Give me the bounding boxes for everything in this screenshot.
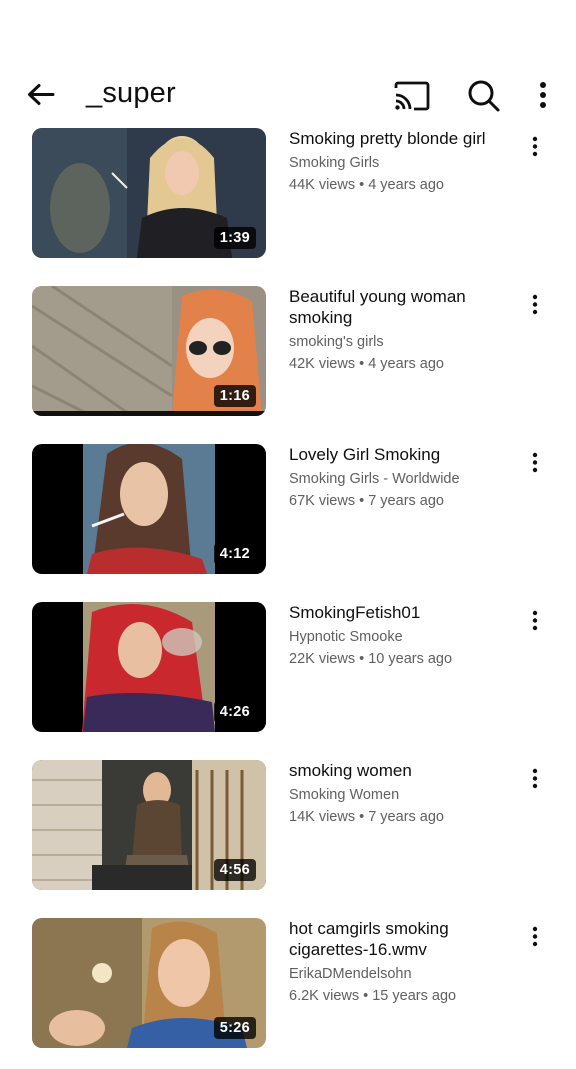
video-item[interactable]: 1:39 Smoking pretty blonde girl Smoking … (0, 128, 576, 258)
more-vert-icon (532, 768, 538, 789)
video-title[interactable]: Beautiful young woman smoking (289, 286, 511, 328)
video-thumbnail[interactable]: 4:12 (32, 444, 266, 574)
video-title[interactable]: Lovely Girl Smoking (289, 444, 511, 465)
back-button[interactable] (20, 76, 60, 116)
more-vert-icon (540, 82, 546, 108)
video-thumbnail[interactable]: 1:16 (32, 286, 266, 416)
more-options-button[interactable] (528, 76, 558, 116)
video-stats: 44K views • 4 years ago (289, 177, 444, 193)
video-stats: 67K views • 7 years ago (289, 493, 444, 509)
video-menu-button[interactable] (522, 290, 548, 320)
channel-name[interactable]: Smoking Women (289, 785, 511, 805)
video-title[interactable]: smoking women (289, 760, 511, 781)
video-item[interactable]: 4:12 Lovely Girl Smoking Smoking Girls -… (0, 444, 576, 574)
video-stats: 14K views • 7 years ago (289, 809, 444, 825)
video-meta: SmokingFetish01 Hypnotic Smooke 22K view… (289, 602, 511, 669)
video-item[interactable]: 4:26 SmokingFetish01 Hypnotic Smooke 22K… (0, 602, 576, 732)
video-duration: 4:56 (213, 859, 256, 881)
channel-name[interactable]: smoking's girls (289, 332, 511, 352)
video-item[interactable]: 4:56 smoking women Smoking Women 14K vie… (0, 760, 576, 890)
video-meta: smoking women Smoking Women 14K views • … (289, 760, 511, 827)
video-thumbnail[interactable]: 5:26 (32, 918, 266, 1048)
video-title[interactable]: Smoking pretty blonde girl (289, 128, 511, 149)
channel-name[interactable]: ErikaDMendelsohn (289, 964, 511, 984)
more-vert-icon (532, 136, 538, 157)
search-icon (468, 80, 500, 112)
video-thumbnail[interactable]: 4:56 (32, 760, 266, 890)
video-title[interactable]: SmokingFetish01 (289, 602, 511, 623)
video-item[interactable]: 5:26 hot camgirls smoking cigarettes-16.… (0, 918, 576, 1048)
video-menu-button[interactable] (522, 132, 548, 162)
more-vert-icon (532, 294, 538, 315)
video-thumbnail[interactable]: 4:26 (32, 602, 266, 732)
video-menu-button[interactable] (522, 764, 548, 794)
video-title[interactable]: hot camgirls smoking cigarettes-16.wmv (289, 918, 511, 960)
channel-name[interactable]: Smoking Girls - Worldwide (289, 469, 511, 489)
more-vert-icon (532, 610, 538, 631)
more-vert-icon (532, 452, 538, 473)
cast-button[interactable] (390, 76, 434, 116)
video-thumbnail[interactable]: 1:39 (32, 128, 266, 258)
video-meta: Smoking pretty blonde girl Smoking Girls… (289, 128, 511, 195)
video-meta: Beautiful young woman smoking smoking's … (289, 286, 511, 374)
page-title: _super (86, 77, 176, 109)
video-item[interactable]: 1:16 Beautiful young woman smoking smoki… (0, 286, 576, 416)
video-menu-button[interactable] (522, 606, 548, 636)
video-stats: 42K views • 4 years ago (289, 356, 444, 372)
channel-name[interactable]: Smoking Girls (289, 153, 511, 173)
video-duration: 5:26 (213, 1017, 256, 1039)
video-duration: 1:39 (213, 227, 256, 249)
video-meta: Lovely Girl Smoking Smoking Girls - Worl… (289, 444, 511, 511)
more-vert-icon (532, 926, 538, 947)
cast-icon (394, 81, 430, 111)
video-menu-button[interactable] (522, 448, 548, 478)
video-duration: 1:16 (213, 385, 256, 407)
video-stats: 6.2K views • 15 years ago (289, 988, 457, 1004)
video-duration: 4:26 (213, 701, 256, 723)
top-app-bar: _super (0, 60, 576, 130)
channel-name[interactable]: Hypnotic Smooke (289, 627, 511, 647)
back-arrow-icon (28, 84, 55, 105)
video-menu-button[interactable] (522, 922, 548, 952)
search-button[interactable] (462, 74, 506, 118)
video-stats: 22K views • 10 years ago (289, 651, 453, 667)
video-meta: hot camgirls smoking cigarettes-16.wmv E… (289, 918, 511, 1006)
video-duration: 4:12 (213, 543, 256, 565)
